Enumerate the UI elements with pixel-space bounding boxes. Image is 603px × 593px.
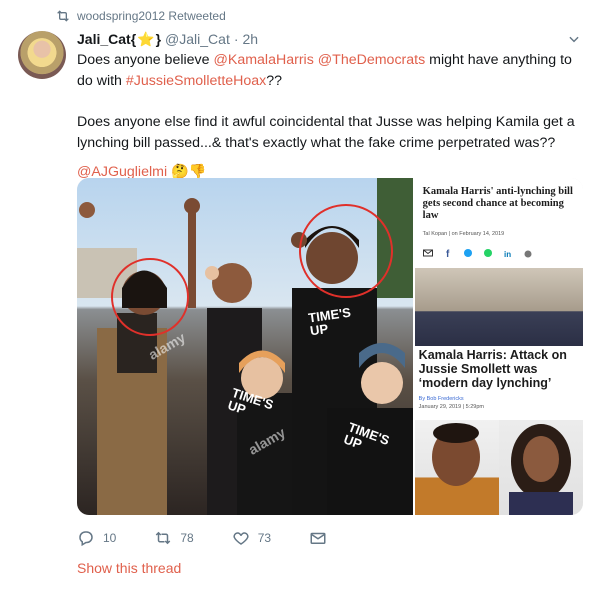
- separator-dot: ·: [233, 31, 239, 47]
- heart-icon: [233, 532, 249, 545]
- author-name[interactable]: Jali_Cat{⭐}: [77, 31, 161, 48]
- direct-message-button[interactable]: [309, 529, 335, 547]
- show-thread-link[interactable]: Show this thread: [77, 560, 181, 576]
- portrait-left: [414, 420, 499, 515]
- like-button[interactable]: 73: [232, 529, 271, 547]
- chevron-down-icon[interactable]: [567, 32, 581, 46]
- mention-thedemocrats[interactable]: @TheDemocrats: [318, 52, 425, 68]
- news-collage[interactable]: Kamala Harris' anti-lynching bill gets s…: [412, 178, 583, 515]
- article-2-headline: Kamala Harris: Attack on Jussie Smollett…: [418, 348, 567, 390]
- whatsapp-icon: [483, 249, 492, 257]
- highlight-circle-smollett: [299, 204, 393, 298]
- article-2-photo: [414, 268, 583, 346]
- portrait-right: [498, 420, 583, 515]
- rally-photo[interactable]: TIME'S UP TIME'S UP TIME'S UP alamy alam…: [77, 178, 413, 515]
- svg-text:f: f: [446, 249, 450, 258]
- article-2: Kamala Harris: Attack on Jussie Smollett…: [414, 268, 583, 418]
- hashtag-link[interactable]: #JussieSmolletteHoax: [126, 73, 266, 89]
- mention-kamalaharris[interactable]: @KamalaHarris: [213, 52, 313, 68]
- envelope-icon: [310, 532, 326, 544]
- retweet-count: 78: [180, 531, 194, 545]
- retweet-icon: [57, 10, 69, 22]
- tweet-header: Jali_Cat{⭐} @Jali_Cat · 2h: [77, 30, 573, 48]
- svg-text:in: in: [504, 250, 511, 258]
- reddit-icon: [524, 250, 532, 258]
- avatar[interactable]: [18, 31, 66, 79]
- like-count: 73: [257, 531, 272, 545]
- retweet-context-label: woodspring2012 Retweeted: [77, 9, 226, 23]
- article-2-author: By Bob Fredericks: [418, 396, 464, 402]
- highlight-circle-harris: [111, 258, 189, 336]
- article-1: Kamala Harris' anti-lynching bill gets s…: [414, 178, 583, 266]
- twitter-icon: [463, 249, 472, 257]
- retweet-button[interactable]: 78: [154, 529, 194, 547]
- author-handle[interactable]: @Jali_Cat: [165, 31, 230, 47]
- article-1-byline: Tal Kopan | on February 14, 2019: [422, 231, 505, 237]
- reply-count: 10: [103, 531, 117, 545]
- reply-button[interactable]: 10: [77, 529, 116, 547]
- retweet-context[interactable]: woodspring2012 Retweeted: [55, 8, 226, 24]
- star-emoji: ⭐: [137, 30, 155, 47]
- tweet-media[interactable]: TIME'S UP TIME'S UP TIME'S UP alamy alam…: [77, 178, 583, 515]
- email-icon: [422, 249, 433, 257]
- tweet-paragraph-2: Does anyone else find it awful coinciden…: [77, 114, 575, 151]
- facebook-icon: f: [446, 249, 450, 258]
- portrait-pair: [414, 420, 583, 515]
- tweet-actions: 10 78 73: [77, 528, 373, 548]
- article-1-headline: Kamala Harris' anti-lynching bill gets s…: [422, 186, 573, 221]
- tweet-timestamp[interactable]: 2h: [243, 31, 259, 47]
- tweet-paragraph-1: Does anyone believe @KamalaHarris @TheDe…: [77, 52, 572, 89]
- linkedin-icon: in: [504, 250, 511, 258]
- article-2-date: January 29, 2019 | 5:29pm: [418, 404, 485, 410]
- reply-icon: [79, 531, 93, 547]
- share-icons: f in: [422, 248, 533, 258]
- retweet-icon: [156, 531, 171, 545]
